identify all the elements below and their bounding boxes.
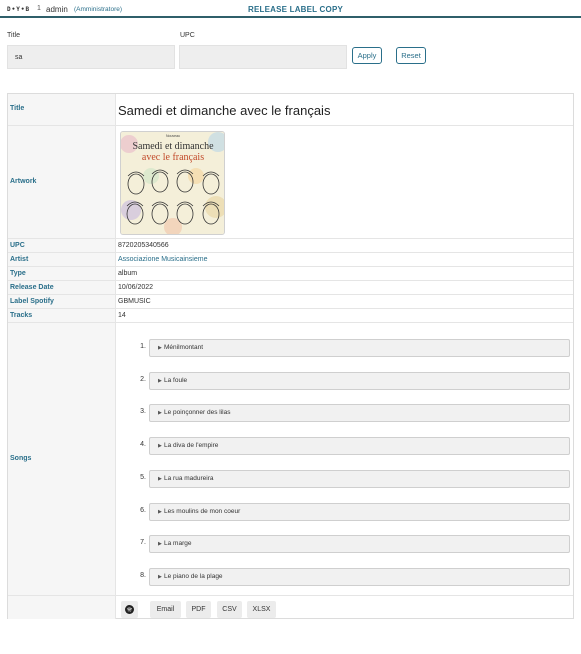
artwork-top-text: Nouveau	[166, 134, 180, 138]
song-item: 1. ▶ Ménilmontant	[120, 339, 572, 357]
page-title: RELEASE LABEL COPY	[248, 5, 344, 14]
title-row-label: Title	[10, 105, 25, 112]
artist-row: Artist Associazione Musicainsieme	[8, 253, 573, 267]
caret-right-icon: ▶	[158, 345, 162, 351]
upc-filter-label: UPC	[180, 32, 195, 39]
apply-button[interactable]: Apply	[352, 47, 382, 64]
songs-row-label: Songs	[10, 455, 32, 462]
type-value: album	[118, 270, 138, 277]
song-expander[interactable]: ▶ Les moulins de mon coeur	[149, 503, 570, 521]
tracks-value: 14	[118, 312, 126, 319]
song-title: Ménilmontant	[164, 344, 204, 351]
song-number: 8.	[140, 572, 146, 579]
song-number: 7.	[140, 539, 146, 546]
album-artwork[interactable]: Nouveau Samedi et dimanche avec le franç…	[120, 131, 225, 235]
song-item: 8. ▶ Le piano de la plage	[120, 568, 572, 586]
reset-button[interactable]: Reset	[396, 47, 426, 64]
tracks-row-label: Tracks	[10, 312, 33, 319]
song-title: La rua madureira	[164, 475, 214, 482]
song-expander[interactable]: ▶ Le poinçonner des lilas	[149, 404, 570, 422]
xlsx-button[interactable]: XLSX	[247, 601, 276, 618]
song-number: 2.	[140, 376, 146, 383]
song-expander[interactable]: ▶ Le piano de la plage	[149, 568, 570, 586]
artwork-row-label: Artwork	[10, 178, 37, 185]
email-button[interactable]: Email	[150, 601, 181, 618]
song-expander[interactable]: ▶ La marge	[149, 535, 570, 553]
release-title: Samedi et dimanche avec le français	[118, 103, 331, 118]
spotify-icon	[125, 605, 134, 614]
caret-right-icon: ▶	[158, 378, 162, 384]
song-title: La foule	[164, 377, 188, 384]
song-title: La diva de l'empire	[164, 442, 219, 449]
song-item: 2. ▶ La foule	[120, 372, 572, 390]
artwork-title-line2: avec le français	[142, 152, 204, 163]
caret-right-icon: ▶	[158, 541, 162, 547]
title-filter-label: Title	[7, 32, 20, 39]
song-number: 4.	[140, 441, 146, 448]
label-spotify-row-label: Label Spotify	[10, 298, 54, 305]
app-logo[interactable]: D•Y•B	[7, 6, 30, 13]
song-item: 7. ▶ La marge	[120, 535, 572, 553]
type-row-label: Type	[10, 270, 26, 277]
release-date-row-label: Release Date	[10, 284, 54, 291]
caret-right-icon: ▶	[158, 410, 162, 416]
pdf-button[interactable]: PDF	[186, 601, 211, 618]
song-expander[interactable]: ▶ La foule	[149, 372, 570, 390]
artist-link[interactable]: Associazione Musicainsieme	[118, 256, 207, 263]
song-title: Le poinçonner des lilas	[164, 409, 231, 416]
song-expander[interactable]: ▶ La rua madureira	[149, 470, 570, 488]
song-number: 1.	[140, 343, 146, 350]
user-name[interactable]: admin	[46, 5, 68, 14]
upc-filter-input[interactable]	[179, 45, 347, 69]
actions-row: Email PDF CSV XLSX	[8, 596, 573, 619]
upc-row: UPC 8720205340566	[8, 239, 573, 253]
song-item: 3. ▶ Le poinçonner des lilas	[120, 404, 572, 422]
song-number: 3.	[140, 408, 146, 415]
caret-right-icon: ▶	[158, 476, 162, 482]
caret-right-icon: ▶	[158, 574, 162, 580]
song-number: 5.	[140, 474, 146, 481]
song-number: 6.	[140, 507, 146, 514]
label-spotify-row: Label Spotify GBMUSIC	[8, 295, 573, 309]
song-title: Les moulins de mon coeur	[164, 508, 241, 515]
artwork-row: Artwork Nouveau Samedi et dimanche avec …	[8, 126, 573, 239]
song-expander[interactable]: ▶ La diva de l'empire	[149, 437, 570, 455]
song-item: 6. ▶ Les moulins de mon coeur	[120, 503, 572, 521]
title-filter-input[interactable]	[7, 45, 175, 69]
artist-row-label: Artist	[10, 256, 29, 263]
song-expander[interactable]: ▶ Ménilmontant	[149, 339, 570, 357]
song-title: Le piano de la plage	[164, 573, 223, 580]
caret-right-icon: ▶	[158, 443, 162, 449]
song-title: La marge	[164, 540, 192, 547]
release-details-card: Title Samedi et dimanche avec le françai…	[7, 93, 574, 619]
spotify-button[interactable]	[121, 601, 138, 618]
release-date-value: 10/06/2022	[118, 284, 154, 291]
title-row: Title Samedi et dimanche avec le françai…	[8, 94, 573, 126]
artwork-title-line1: Samedi et dimanche	[132, 141, 214, 152]
songs-row: Songs 1. ▶ Ménilmontant 2. ▶ La foule 3.…	[8, 323, 573, 596]
song-item: 5. ▶ La rua madureira	[120, 470, 572, 488]
top-bar: D•Y•B 1 admin (Amministratore) RELEASE L…	[0, 0, 581, 18]
caret-right-icon: ▶	[158, 509, 162, 515]
tracks-row: Tracks 14	[8, 309, 573, 323]
label-spotify-value: GBMUSIC	[118, 298, 151, 305]
upc-value: 8720205340566	[118, 242, 169, 249]
upc-row-label: UPC	[10, 242, 25, 249]
release-date-row: Release Date 10/06/2022	[8, 281, 573, 295]
csv-button[interactable]: CSV	[217, 601, 242, 618]
album-artwork-image: Nouveau Samedi et dimanche avec le franç…	[121, 132, 224, 234]
song-item: 4. ▶ La diva de l'empire	[120, 437, 572, 455]
type-row: Type album	[8, 267, 573, 281]
notification-count[interactable]: 1	[37, 5, 41, 12]
user-role: (Amministratore)	[74, 6, 123, 13]
